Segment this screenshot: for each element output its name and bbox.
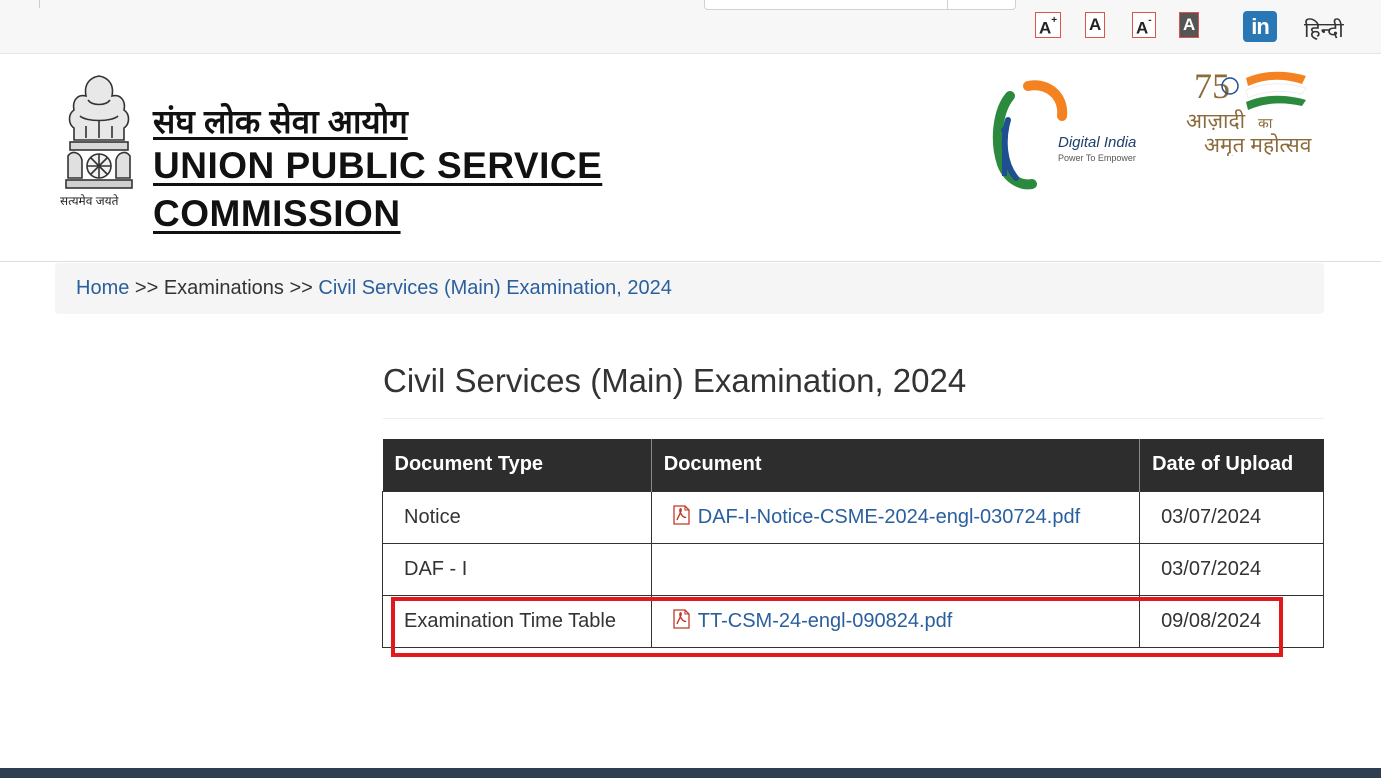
divider	[39, 0, 40, 8]
breadcrumb-separator: >>	[134, 277, 159, 299]
breadcrumb: Home >> Examinations >> Civil Services (…	[55, 263, 1324, 314]
hindi-language-link[interactable]: हिन्दी	[1304, 16, 1344, 44]
breadcrumb-current-link[interactable]: Civil Services (Main) Examination, 2024	[318, 277, 671, 299]
pdf-link-daf-notice[interactable]: DAF-I-Notice-CSME-2024-engl-030724.pdf	[698, 506, 1080, 528]
font-increase-button[interactable]: A+	[1035, 12, 1062, 38]
font-button-label: A	[1089, 15, 1102, 34]
site-title-english[interactable]: UNION PUBLIC SERVICE COMMISSION	[153, 142, 713, 238]
column-header-document-type: Document Type	[382, 439, 652, 491]
national-emblem-icon	[65, 75, 133, 189]
breadcrumb-home-link[interactable]: Home	[76, 277, 129, 299]
top-utility-bar: A+ A A- A in हिन्दी	[0, 0, 1381, 54]
pdf-icon[interactable]	[673, 505, 690, 525]
documents-table: Document Type Document Date of Upload No…	[382, 439, 1324, 648]
table-header-row: Document Type Document Date of Upload	[382, 439, 1324, 491]
site-header: सत्यमेव जयते संघ लोक सेवा आयोग UNION PUB…	[0, 54, 1381, 262]
table-row: Examination Time Table TT-CSM-24-engl-09…	[382, 594, 1324, 648]
font-normal-button[interactable]: A	[1085, 12, 1106, 38]
document-type-cell: Examination Time Table	[382, 594, 652, 648]
document-cell	[650, 542, 1141, 596]
table-row: DAF - I 03/07/2024	[382, 542, 1324, 596]
search-box-divider	[947, 0, 948, 9]
date-cell: 03/07/2024	[1139, 542, 1324, 596]
document-cell: TT-CSM-24-engl-090824.pdf	[650, 594, 1141, 648]
linkedin-icon[interactable]: in	[1243, 11, 1277, 42]
azadi-number: 75	[1194, 66, 1230, 106]
search-box[interactable]	[704, 0, 1016, 10]
page-title: Civil Services (Main) Examination, 2024	[383, 362, 967, 399]
date-cell: 03/07/2024	[1139, 490, 1324, 544]
font-decrease-button[interactable]: A-	[1132, 12, 1156, 38]
azadi-line2: अमृत महोत्सव	[1204, 133, 1312, 156]
high-contrast-button[interactable]: A	[1179, 12, 1200, 38]
emblem-caption: सत्यमेव जयते	[60, 194, 119, 208]
title-divider	[383, 418, 1324, 419]
digital-india-tagline: Power To Empower	[1058, 153, 1136, 163]
pdf-icon[interactable]	[673, 609, 690, 629]
date-cell: 09/08/2024	[1139, 594, 1324, 648]
font-button-sup: -	[1148, 15, 1152, 26]
footer-band	[0, 768, 1381, 778]
table-row: Notice DAF-I-Notice-CSME-2024-engl-03072…	[382, 490, 1324, 544]
azadi-line1: आज़ादी	[1186, 109, 1246, 133]
document-cell: DAF-I-Notice-CSME-2024-engl-030724.pdf	[650, 490, 1141, 544]
digital-india-title: Digital India	[1058, 134, 1136, 151]
font-button-label: A	[1183, 15, 1196, 34]
font-button-sup: +	[1051, 15, 1058, 26]
breadcrumb-separator: >>	[289, 277, 313, 299]
linkedin-label: in	[1251, 14, 1270, 39]
document-type-cell: Notice	[382, 490, 652, 544]
digital-india-logo[interactable]: Digital India Power To Empower	[988, 80, 1138, 192]
pdf-link-time-table[interactable]: TT-CSM-24-engl-090824.pdf	[698, 610, 953, 632]
breadcrumb-examinations: Examinations	[163, 277, 284, 299]
font-button-label: A	[1039, 18, 1052, 38]
azadi-ka: का	[1258, 115, 1273, 131]
site-title-hindi[interactable]: संघ लोक सेवा आयोग	[153, 98, 408, 143]
document-type-cell: DAF - I	[382, 542, 652, 596]
column-header-date-of-upload: Date of Upload	[1139, 439, 1324, 491]
column-header-document: Document	[651, 439, 1141, 491]
azadi-ka-amrit-mahotsav-logo[interactable]: 75 आज़ादी का अमृत महोत्सव	[1184, 64, 1324, 156]
font-button-label: A	[1136, 18, 1149, 38]
